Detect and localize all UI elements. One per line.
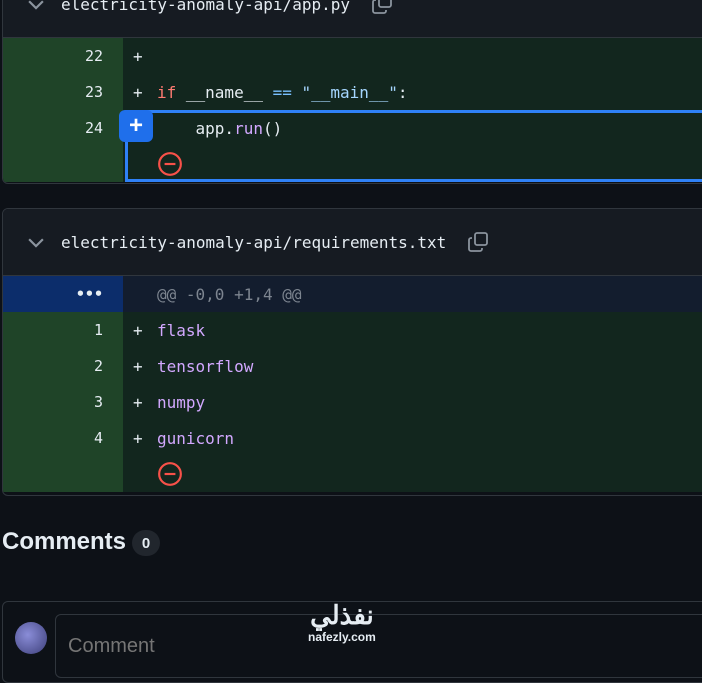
chevron-down-icon[interactable] [25,0,47,15]
add-sign: + [133,428,143,448]
file-header: electricity-anomaly-api/app.py [3,0,702,38]
add-comment-button[interactable]: + [119,110,153,142]
avatar[interactable] [15,622,47,654]
diff-file-app-py: electricity-anomaly-api/app.py 22 + 23 +… [2,0,702,184]
diff-line[interactable]: 23 + if __name__ == "__main__": [3,74,702,110]
comment-input[interactable] [55,614,702,678]
code-text: tensorflow [157,356,254,376]
diff-line[interactable]: 1 + flask [3,312,702,348]
watermark: نفذلي nafezly.com [308,600,376,644]
diff-line[interactable]: 2 + tensorflow [3,348,702,384]
code-text: flask [157,320,206,340]
diff-line[interactable]: 24 app.run() [3,110,702,146]
copy-icon[interactable] [370,0,394,16]
line-number[interactable]: 23 [3,74,123,110]
line-number[interactable]: 4 [3,420,123,456]
diff-file-requirements: electricity-anomaly-api/requirements.txt… [2,208,702,496]
code-line: + if __name__ == "__main__": [123,74,702,110]
copy-icon[interactable] [466,230,490,254]
add-sign: + [133,392,143,412]
code-text: if __name__ == "__main__": [157,82,408,102]
diff-line[interactable]: 3 + numpy [3,384,702,420]
comment-slot [3,456,702,492]
add-sign: + [133,82,143,102]
watermark-logo: نفذلي [310,600,374,630]
code-text: app.run() [157,118,283,138]
add-sign: + [133,356,143,376]
selected-line-group: 24 app.run() + [3,110,702,182]
line-number[interactable]: 24 [3,110,123,146]
plus-icon: + [128,112,143,139]
add-sign: + [133,46,143,66]
file-header: electricity-anomaly-api/requirements.txt [3,209,702,276]
hunk-header-row: ••• @@ -0,0 +1,4 @@ [3,276,702,312]
line-number[interactable]: 22 [3,38,123,74]
code-line: app.run() [123,110,702,146]
minus-circle-icon[interactable] [157,151,183,177]
code-line: + [123,38,702,74]
code-text: gunicorn [157,428,235,448]
code-text: numpy [157,392,206,412]
add-sign: + [133,320,143,340]
line-number[interactable]: 2 [3,348,123,384]
line-number[interactable]: 1 [3,312,123,348]
line-number[interactable]: 3 [3,384,123,420]
diff-line[interactable]: 22 + [3,38,702,74]
comment-slot [3,146,702,182]
file-name[interactable]: electricity-anomaly-api/app.py [61,0,350,14]
watermark-url: nafezly.com [308,630,376,644]
expand-hunk-button[interactable]: ••• [3,276,123,312]
diff-line[interactable]: 4 + gunicorn [3,420,702,456]
comments-heading: Comments [2,528,127,555]
file-name[interactable]: electricity-anomaly-api/requirements.txt [61,233,446,252]
comments-count-badge: 0 [132,530,160,556]
hunk-header: @@ -0,0 +1,4 @@ [157,284,302,304]
minus-circle-icon[interactable] [157,461,183,487]
chevron-down-icon[interactable] [25,231,47,253]
